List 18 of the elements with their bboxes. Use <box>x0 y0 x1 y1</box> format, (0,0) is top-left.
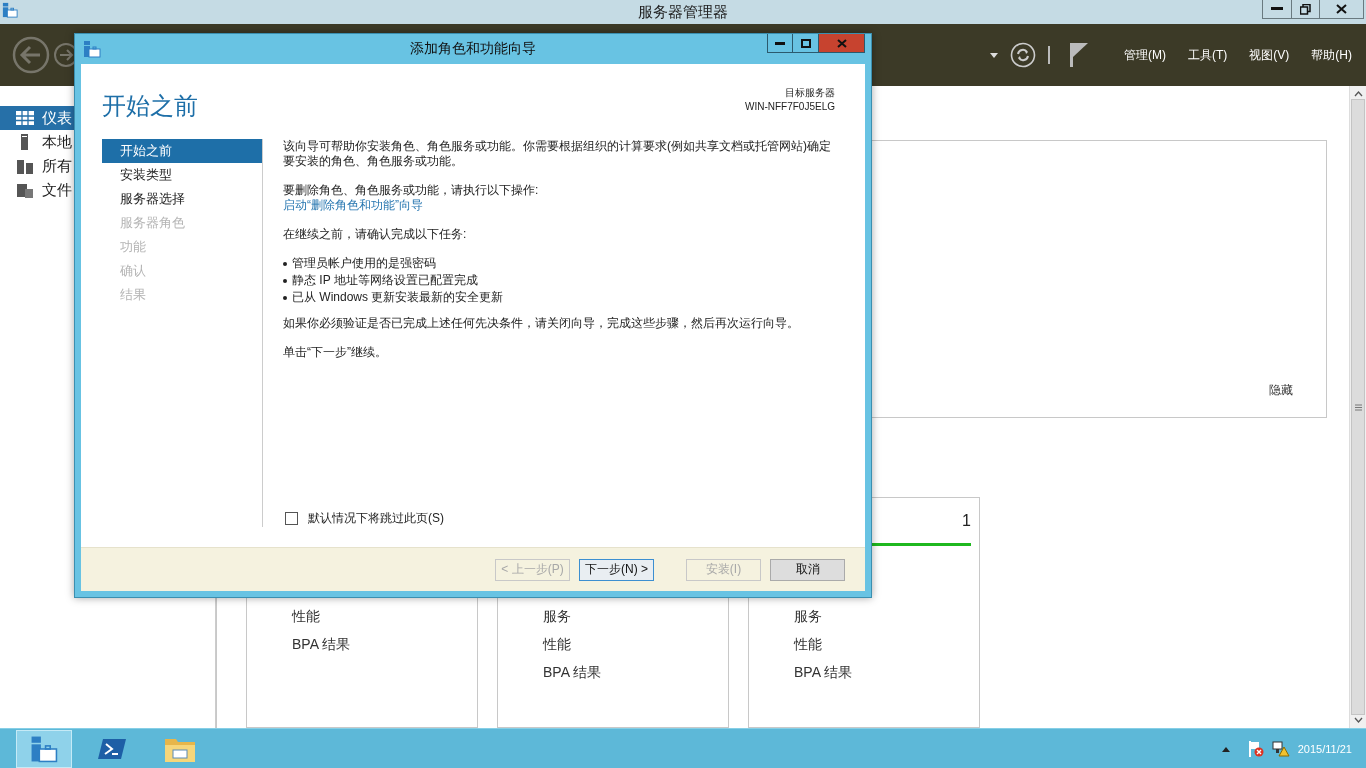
target-server-name: WIN-NFF7F0J5ELG <box>745 101 835 112</box>
paragraph: 该向导可帮助你安装角色、角色服务或功能。你需要根据组织的计算要求(例如共享文档或托管网站)确定要安装的角色、角色服务或功能。 <box>283 139 832 169</box>
paragraph: 单击“下一步”继续。 <box>283 345 388 360</box>
bullet-text: 管理员帐户使用的是强密码 <box>292 256 436 271</box>
paragraph: 在继续之前，请确认完成以下任务: <box>283 227 468 242</box>
bullet-text: 静态 IP 地址等网络设置已配置完成 <box>292 273 478 288</box>
paragraph: 要删除角色、角色服务或功能，请执行以下操作: <box>283 183 540 198</box>
page-heading: 开始之前 <box>102 91 198 121</box>
sidebar-label: 文件 <box>42 180 72 200</box>
window-title: 服务器管理器 <box>638 2 728 20</box>
bullet-text: 已从 Windows 更新安装最新的安全更新 <box>292 290 504 305</box>
target-server-label: 目标服务器 <box>784 86 835 100</box>
sidebar-label: 仪表 <box>42 108 72 128</box>
sidebar-label: 所有 <box>42 156 72 176</box>
paragraph: 如果你必须验证是否已完成上述任何先决条件，请关闭向导，完成这些步骤，然后再次运行向导。 <box>283 316 800 331</box>
dialog-title: 添加角色和功能向导 <box>410 40 536 56</box>
tile-count: 1 <box>962 512 971 530</box>
sidebar-label: 本地 <box>42 132 72 152</box>
